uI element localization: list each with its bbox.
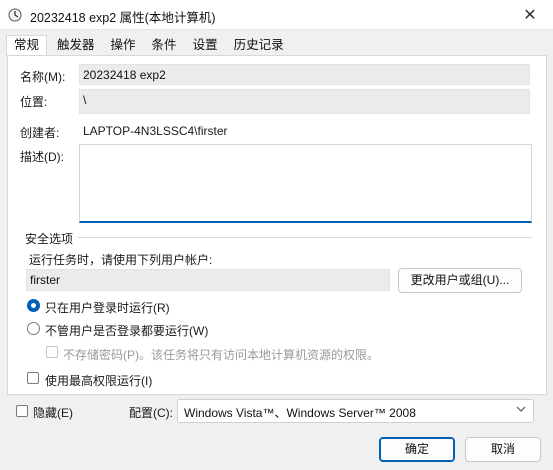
- description-label: 描述(D):: [20, 150, 64, 164]
- radio-run-any-label[interactable]: 不管用户是否登录都要运行(W): [45, 322, 208, 339]
- tab-triggers[interactable]: 触发器: [51, 36, 101, 56]
- task-scheduler-clock-icon: [8, 8, 22, 22]
- general-panel: 名称(M): 20232418 exp2 位置: \ 创建者: LAPTOP-4…: [7, 55, 547, 395]
- security-group-title: 安全选项: [25, 232, 74, 246]
- tab-strip: 常规 触发器 操作 条件 设置 历史记录: [6, 35, 294, 56]
- location-field: \: [79, 89, 530, 114]
- user-account-field: firster: [26, 269, 390, 291]
- author-value: LAPTOP-4N3LSSC4\firster: [83, 124, 228, 138]
- description-textarea[interactable]: [79, 144, 532, 223]
- no-store-password-checkbox[interactable]: [46, 346, 58, 358]
- group-divider: [78, 237, 532, 238]
- window-title: 20232418 exp2 属性(本地计算机): [30, 11, 216, 25]
- run-as-text: 运行任务时，请使用下列用户帐户:: [29, 253, 213, 267]
- radio-run-logged-on-label[interactable]: 只在用户登录时运行(R): [45, 299, 170, 316]
- no-store-password-label: 不存储密码(P)。该任务将只有访问本地计算机资源的权限。: [63, 348, 379, 362]
- highest-privileges-label[interactable]: 使用最高权限运行(I): [45, 372, 152, 389]
- tab-general[interactable]: 常规: [6, 35, 48, 56]
- radio-run-any[interactable]: [27, 322, 40, 335]
- close-icon: ✕: [523, 7, 537, 24]
- location-label: 位置:: [20, 95, 48, 109]
- author-label: 创建者:: [20, 126, 60, 140]
- tab-conditions[interactable]: 条件: [146, 36, 183, 56]
- change-user-button[interactable]: 更改用户或组(U)...: [398, 268, 522, 293]
- chevron-down-icon: [516, 406, 526, 412]
- cancel-button[interactable]: 取消: [465, 437, 541, 462]
- config-select-value: Windows Vista™、Windows Server™ 2008: [184, 406, 416, 420]
- tab-history[interactable]: 历史记录: [228, 36, 290, 56]
- config-select[interactable]: Windows Vista™、Windows Server™ 2008: [177, 399, 534, 423]
- tab-actions[interactable]: 操作: [105, 36, 142, 56]
- name-field[interactable]: 20232418 exp2: [79, 64, 530, 85]
- radio-run-logged-on[interactable]: [27, 299, 40, 312]
- config-label: 配置(C):: [129, 406, 173, 420]
- hidden-checkbox[interactable]: [16, 405, 28, 417]
- tab-settings[interactable]: 设置: [187, 36, 224, 56]
- ok-button[interactable]: 确定: [379, 437, 455, 462]
- close-button[interactable]: ✕: [507, 0, 553, 30]
- highest-privileges-checkbox[interactable]: [27, 372, 39, 384]
- title-bar: 20232418 exp2 属性(本地计算机) ✕: [0, 0, 553, 30]
- hidden-label[interactable]: 隐藏(E): [33, 404, 73, 421]
- name-label: 名称(M):: [20, 70, 66, 84]
